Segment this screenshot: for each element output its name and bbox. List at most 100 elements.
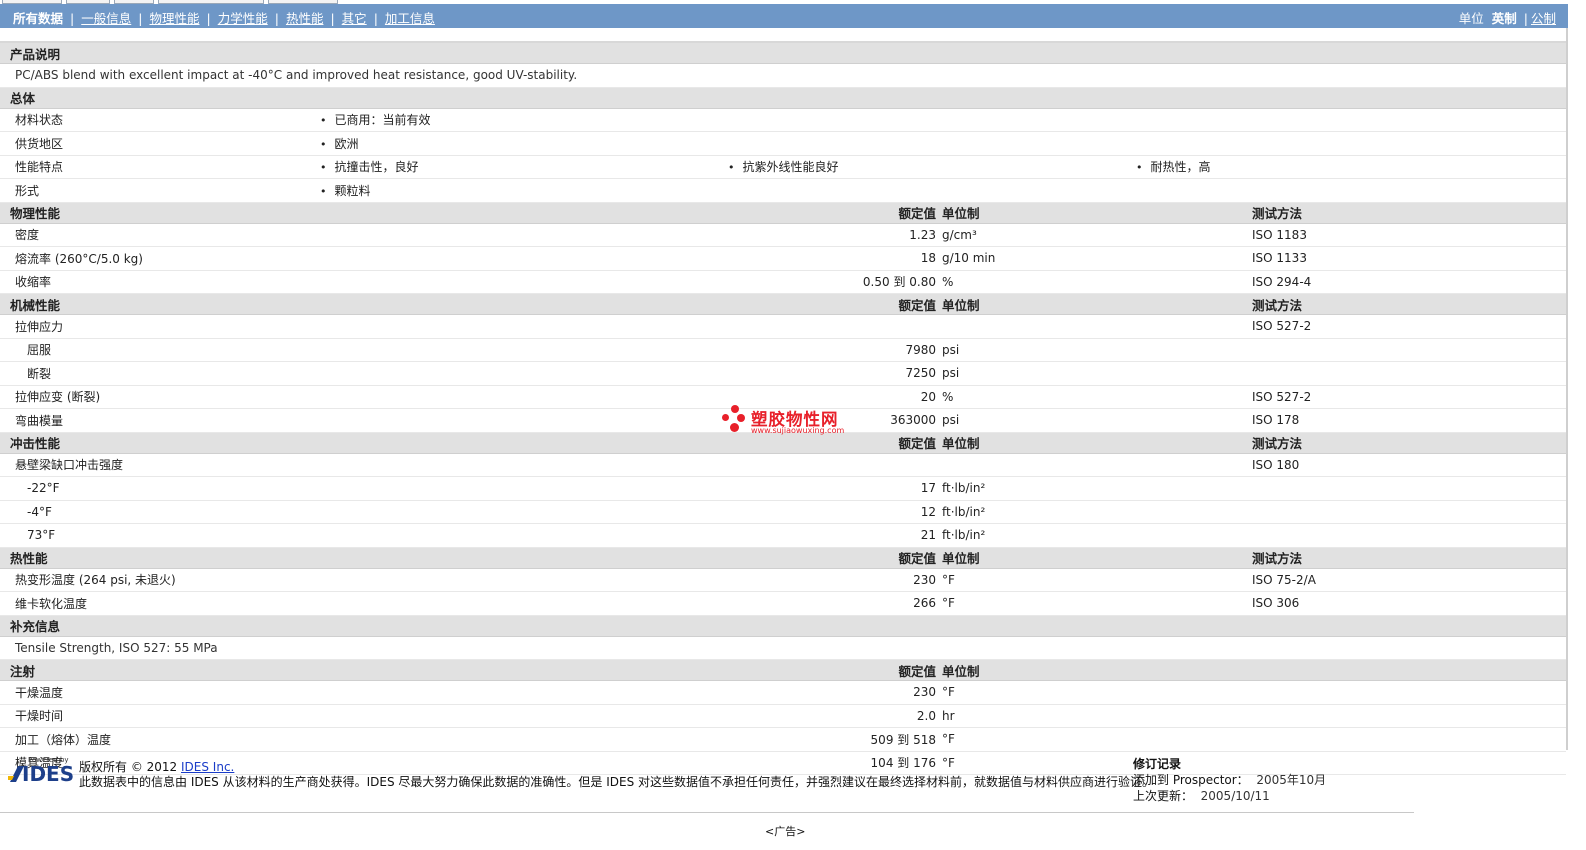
section-title: 总体	[0, 87, 1567, 109]
table-row: 供货地区 欧洲	[0, 131, 1567, 156]
test-method: ISO 306	[1252, 591, 1567, 616]
column-header-method: 测试方法	[1252, 547, 1567, 569]
table-row: 悬壁梁缺口冲击强度 ISO 180	[0, 453, 1567, 477]
table-row: 73°F 21 ft·lb/in²	[0, 523, 1567, 548]
table-row: -22°F 17 ft·lb/in²	[0, 476, 1567, 501]
description-row: PC/ABS blend with excellent impact at -4…	[0, 63, 1567, 88]
property-unit: ft·lb/in²	[942, 476, 1252, 501]
column-header-unit: 单位制	[942, 659, 1567, 681]
column-header-unit: 单位制	[942, 293, 1252, 315]
bullet-item: 欧洲	[320, 137, 359, 151]
property-value: 0.50 到 0.80	[730, 270, 942, 294]
property-value: 欧洲	[312, 131, 1567, 156]
property-label: 收缩率	[0, 270, 730, 294]
property-sublabel: 73°F	[0, 523, 730, 548]
tab-general-info[interactable]: 一般信息	[81, 11, 131, 26]
column-header-method: 测试方法	[1252, 202, 1567, 224]
tab-physical[interactable]: 物理性能	[149, 11, 199, 26]
property-label: 拉伸应变 (断裂)	[0, 385, 730, 409]
ad-label: <广告>	[765, 825, 806, 838]
section-header-supplement: 补充信息	[0, 615, 1567, 637]
property-value: 抗撞击性，良好抗紫外线性能良好耐热性，高	[312, 155, 1567, 179]
property-label: 悬壁梁缺口冲击强度	[0, 453, 730, 477]
tab-processing[interactable]: 加工信息	[385, 11, 435, 26]
table-row: 干燥温度 230 °F	[0, 680, 1567, 705]
table-row: 屈服 7980 psi	[0, 338, 1567, 362]
property-value: 颗粒料	[312, 178, 1567, 203]
property-label: 热变形温度 (264 psi, 未退火)	[0, 568, 730, 592]
property-label: 供货地区	[0, 131, 312, 156]
property-value: 1.23	[730, 223, 942, 247]
section-header-mechanical: 机械性能 额定值 单位制 测试方法	[0, 293, 1567, 315]
property-sublabel: 屈服	[0, 338, 730, 362]
ides-logo[interactable]: Powered by IDES	[8, 756, 74, 786]
property-value	[730, 314, 942, 339]
property-label: 加工（熔体）温度	[0, 727, 730, 752]
property-unit: psi	[942, 338, 1252, 362]
property-value: 已商用：当前有效	[312, 108, 1567, 132]
test-method: ISO 1183	[1252, 223, 1567, 247]
column-header-unit: 单位制	[942, 432, 1252, 454]
property-value: 18	[730, 246, 942, 271]
bullet-item: 耐热性，高	[1136, 160, 1211, 174]
section-title: 产品说明	[0, 43, 1567, 64]
test-method: ISO 178	[1252, 408, 1567, 433]
column-header-value: 额定值	[730, 659, 942, 681]
property-label: 维卡软化温度	[0, 591, 730, 616]
section-title: 机械性能	[0, 293, 730, 315]
column-header-value: 额定值	[730, 202, 942, 224]
property-value: 230	[730, 680, 942, 705]
table-row: 材料状态 已商用：当前有效	[0, 108, 1567, 132]
property-unit: %	[942, 270, 1252, 294]
test-method	[1252, 523, 1567, 548]
property-label: 干燥温度	[0, 680, 730, 705]
property-unit	[942, 453, 1252, 477]
property-label: 形式	[0, 178, 312, 203]
table-row: 干燥时间 2.0 hr	[0, 704, 1567, 728]
table-row: 收缩率 0.50 到 0.80 % ISO 294-4	[0, 270, 1567, 294]
test-method	[1252, 361, 1567, 386]
units-metric-link[interactable]: 公制	[1531, 11, 1556, 26]
property-sublabel: -22°F	[0, 476, 730, 501]
footer: Powered by IDES 版权所有 © 2012 IDES Inc. 此数…	[0, 750, 1568, 850]
tab-all-data[interactable]: 所有数据	[13, 11, 63, 26]
added-label: 添加到 Prospector：	[1133, 773, 1249, 787]
updated-label: 上次更新：	[1133, 789, 1194, 803]
property-label: 拉伸应力	[0, 314, 730, 339]
section-header-description: 产品说明	[0, 43, 1567, 64]
copyright-prefix: 版权所有 © 2012	[79, 760, 178, 774]
column-header-method: 测试方法	[1252, 293, 1567, 315]
bullet-item: 颗粒料	[320, 184, 371, 198]
property-unit: °F	[942, 680, 1567, 705]
table-row: 形式 颗粒料	[0, 178, 1567, 203]
unit-switcher: 单位 英制 | 公制	[1458, 11, 1556, 26]
description-text: PC/ABS blend with excellent impact at -4…	[0, 63, 1567, 88]
test-method: ISO 527-2	[1252, 314, 1567, 339]
property-unit: psi	[942, 408, 1252, 433]
property-value: 266	[730, 591, 942, 616]
property-value: 7250	[730, 361, 942, 386]
tab-mechanical[interactable]: 力学性能	[218, 11, 268, 26]
table-row: 熔流率 (260°C/5.0 kg) 18 g/10 min ISO 1133	[0, 246, 1567, 271]
table-row: 热变形温度 (264 psi, 未退火) 230 °F ISO 75-2/A	[0, 568, 1567, 592]
column-header-unit: 单位制	[942, 202, 1252, 224]
tab-thermal[interactable]: 热性能	[286, 11, 324, 26]
ides-link[interactable]: IDES Inc.	[181, 760, 234, 774]
supplement-row: Tensile Strength, ISO 527: 55 MPa	[0, 636, 1567, 660]
property-label: 干燥时间	[0, 704, 730, 728]
property-unit: %	[942, 385, 1252, 409]
table-row: 加工（熔体）温度 509 到 518 °F	[0, 727, 1567, 752]
property-value: 7980	[730, 338, 942, 362]
tab-other[interactable]: 其它	[342, 11, 367, 26]
table-row: 断裂 7250 psi	[0, 361, 1567, 386]
property-unit	[942, 314, 1252, 339]
property-unit: psi	[942, 361, 1252, 386]
property-label: 弯曲模量	[0, 408, 730, 433]
property-unit: °F	[942, 727, 1567, 752]
bullet-item: 抗撞击性，良好	[320, 158, 728, 175]
property-unit: °F	[942, 568, 1252, 592]
category-tabs: 所有数据 | 一般信息 | 物理性能 | 力学性能 | 热性能 | 其它 | 加工信息	[13, 11, 435, 26]
property-label: 材料状态	[0, 108, 312, 132]
section-title: 冲击性能	[0, 432, 730, 454]
disclaimer-text: 此数据表中的信息由 IDES 从该材料的生产商处获得。IDES 尽最大努力确保此…	[79, 775, 1155, 789]
